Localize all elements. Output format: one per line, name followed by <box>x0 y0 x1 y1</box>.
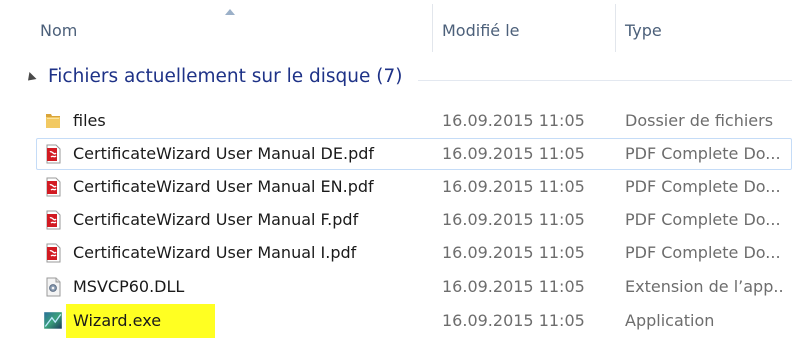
file-type: PDF Complete Do... <box>625 210 781 229</box>
file-type: PDF Complete Do... <box>625 243 781 262</box>
file-row-manual-i[interactable]: CertificateWizard User Manual I.pdf 16.0… <box>0 236 796 269</box>
pdf-icon <box>46 177 61 197</box>
file-name: files <box>73 111 106 130</box>
file-name: Wizard.exe <box>73 311 162 330</box>
dll-settings-file-icon <box>46 277 61 297</box>
file-type: PDF Complete Do... <box>625 144 781 163</box>
folder-icon <box>46 114 60 128</box>
file-modified-date: 16.09.2015 11:05 <box>442 111 585 130</box>
file-modified-date: 16.09.2015 11:05 <box>442 243 585 262</box>
column-header-name[interactable]: Nom <box>0 0 432 56</box>
application-exe-icon <box>44 312 62 329</box>
file-explorer-view: Nom Modifié le Type Fichiers actuellemen… <box>0 0 796 360</box>
file-name: MSVCP60.DLL <box>73 277 185 296</box>
file-row-manual-f[interactable]: CertificateWizard User Manual F.pdf 16.0… <box>0 203 796 236</box>
file-name: CertificateWizard User Manual DE.pdf <box>73 144 375 163</box>
pdf-icon <box>46 243 61 263</box>
file-row-manual-de[interactable]: CertificateWizard User Manual DE.pdf 16.… <box>0 137 796 170</box>
collapse-triangle-icon[interactable] <box>24 71 37 85</box>
column-header-type[interactable]: Type <box>616 0 796 56</box>
file-type: Application <box>625 311 715 330</box>
column-header-modified[interactable]: Modifié le <box>433 0 615 56</box>
file-row-msvcp60-dll[interactable]: MSVCP60.DLL 16.09.2015 11:05 Extension d… <box>0 270 796 303</box>
column-header-bar: Nom Modifié le Type <box>0 0 796 56</box>
group-divider <box>418 80 792 81</box>
file-row-manual-en[interactable]: CertificateWizard User Manual EN.pdf 16.… <box>0 170 796 203</box>
file-modified-date: 16.09.2015 11:05 <box>442 277 585 296</box>
file-modified-date: 16.09.2015 11:05 <box>442 177 585 196</box>
file-row-files[interactable]: files 16.09.2015 11:05 Dossier de fichie… <box>0 104 796 137</box>
file-type: Extension de l’app... <box>625 277 785 296</box>
file-name: CertificateWizard User Manual I.pdf <box>73 243 357 262</box>
group-header[interactable]: Fichiers actuellement sur le disque (7) <box>0 64 796 96</box>
file-name: CertificateWizard User Manual EN.pdf <box>73 177 374 196</box>
file-modified-date: 16.09.2015 11:05 <box>442 311 585 330</box>
file-type: PDF Complete Do... <box>625 177 781 196</box>
file-type: Dossier de fichiers <box>625 111 774 130</box>
pdf-icon <box>46 144 61 164</box>
file-modified-date: 16.09.2015 11:05 <box>442 144 585 163</box>
file-name: CertificateWizard User Manual F.pdf <box>73 210 359 229</box>
file-row-wizard-exe[interactable]: Wizard.exe 16.09.2015 11:05 Application <box>0 303 796 339</box>
group-label: Fichiers actuellement sur le disque (7) <box>48 66 403 87</box>
file-modified-date: 16.09.2015 11:05 <box>442 210 585 229</box>
pdf-icon <box>46 210 61 230</box>
